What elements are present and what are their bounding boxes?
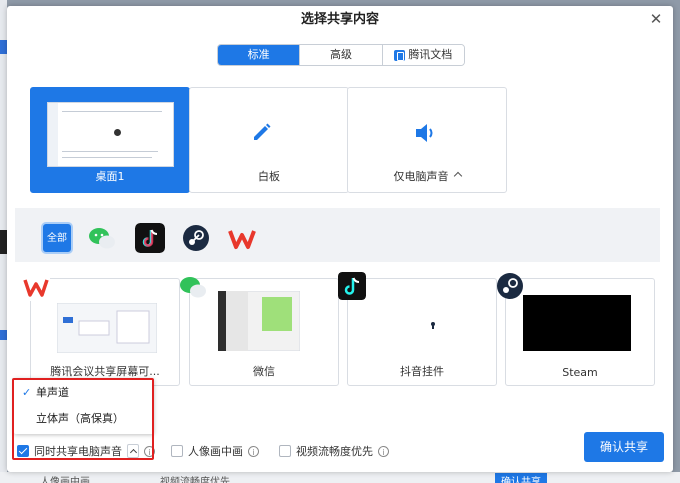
source-card-whiteboard[interactable]: 白板	[189, 87, 349, 193]
steam-icon	[497, 273, 523, 299]
video-priority-checkbox[interactable]	[279, 445, 291, 457]
background-app-edge	[0, 0, 7, 483]
option-video-priority: 视频流畅度优先 i	[279, 443, 389, 459]
source-label: 桌面1	[95, 170, 125, 183]
desktop-thumbnail	[47, 102, 174, 167]
info-icon[interactable]: i	[248, 445, 259, 457]
background-text: 视频流畅度优先	[160, 477, 230, 483]
info-icon[interactable]: i	[378, 445, 389, 457]
speaker-icon	[416, 124, 433, 142]
pip-checkbox[interactable]	[171, 445, 183, 457]
douyin-icon	[338, 272, 366, 300]
window-label: 抖音挂件	[400, 365, 444, 378]
background-text: 确认共享	[495, 473, 547, 483]
source-card-computer-audio[interactable]: 仅电脑声音	[347, 87, 507, 193]
window-thumbnail	[218, 291, 300, 351]
source-label: 白板	[258, 170, 280, 183]
wechat-icon	[180, 277, 206, 298]
window-card-wps[interactable]: 腾讯会议共享屏幕可...	[30, 278, 180, 386]
wps-icon[interactable]	[227, 223, 257, 253]
wechat-icon[interactable]	[87, 223, 117, 253]
window-card-douyin[interactable]: 抖音挂件	[347, 278, 497, 386]
pen-icon	[254, 123, 271, 140]
window-thumbnail	[57, 303, 157, 353]
confirm-share-button[interactable]: 确认共享	[584, 432, 664, 462]
steam-icon[interactable]	[181, 223, 211, 253]
douyin-icon[interactable]	[135, 223, 165, 253]
window-label: Steam	[562, 366, 598, 379]
window-thumbnail	[523, 295, 631, 351]
window-thumbnail	[431, 322, 435, 329]
dialog-title: 选择共享内容	[300, 12, 379, 27]
source-card-desktop[interactable]: 桌面1	[30, 87, 190, 193]
filter-all-button[interactable]: 全部	[41, 222, 73, 254]
highlight-box	[12, 378, 154, 460]
share-mode-tabs: 标准 高级 腾讯文档	[217, 44, 465, 66]
background-app-footer: 人像画中画 视频流畅度优先 确认共享	[0, 472, 680, 483]
tab-standard[interactable]: 标准	[218, 45, 301, 65]
source-label-with-toggle: 仅电脑声音	[348, 168, 506, 184]
wps-icon	[22, 273, 50, 301]
tab-tencent-docs[interactable]: 腾讯文档	[382, 45, 464, 65]
tencent-docs-icon	[394, 49, 406, 61]
window-label: 腾讯会议共享屏幕可...	[50, 365, 160, 378]
tab-advanced[interactable]: 高级	[300, 45, 383, 65]
window-card-wechat[interactable]: 微信	[189, 278, 339, 386]
option-pip: 人像画中画 i	[171, 443, 259, 459]
background-text: 人像画中画	[40, 477, 90, 483]
window-label: 微信	[253, 365, 275, 378]
chevron-up-icon[interactable]	[453, 171, 462, 181]
window-card-steam[interactable]: Steam	[505, 278, 655, 386]
app-filter-bar: 全部	[15, 208, 660, 262]
close-icon[interactable]: ✕	[647, 10, 665, 28]
